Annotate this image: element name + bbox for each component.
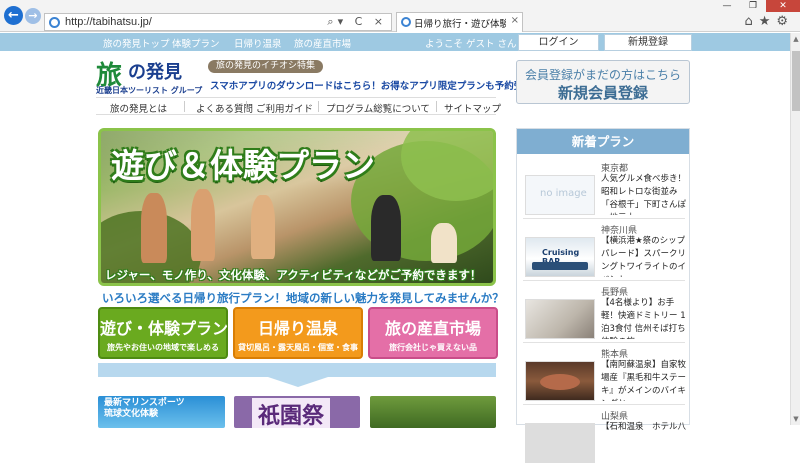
tab-favicon-icon (401, 17, 411, 27)
close-window-button[interactable]: ✕ (766, 0, 800, 12)
register-button[interactable]: 新規登録 (604, 34, 692, 51)
hero-subtitle: レジャー、モノ作り、文化体験、アクティビティなどがご予約できます！ (105, 268, 482, 282)
plan-thumbnail (525, 299, 595, 339)
plan-title[interactable]: 【石和温泉 ホテル八 (601, 421, 687, 463)
search-refresh-icons[interactable]: ⌕▾ C × (327, 15, 387, 29)
logo-subtitle: 近畿日本ツーリスト グループ (96, 86, 203, 95)
hero-person (371, 195, 401, 261)
home-favorites-settings-icons[interactable]: ⌂★⚙ (744, 14, 794, 29)
category-subtitle: 旅先やお住いの地域で楽しめる (107, 343, 219, 352)
plan-thumbnail (525, 423, 595, 463)
thumb-caption: 最新マリンスポーツ 琉球文化体験 (104, 398, 185, 419)
category-day-onsen[interactable]: 日帰り温泉 貸切風呂・露天風呂・個室・食事 (233, 307, 363, 359)
minimize-button[interactable]: — (714, 0, 740, 12)
scroll-down-icon[interactable]: ▼ (791, 415, 800, 423)
feature-thumb-nature[interactable] (370, 396, 496, 428)
login-button[interactable]: ログイン (518, 34, 599, 51)
url-text[interactable]: http://tabihatsu.jp/ (65, 16, 152, 28)
category-travel-market[interactable]: 旅の産直市場 旅行会社じゃ買えない品 (368, 307, 498, 359)
plan-item[interactable]: no image 東京都 人気グルメ食べ歩き！昭和レトロな街並み「谷根千」下町さ… (523, 157, 687, 219)
nav-faq[interactable]: よくある質問 (196, 101, 253, 115)
window-controls: — ❐ ✕ (714, 0, 800, 12)
top-link-onsen[interactable]: 日帰り温泉 (234, 36, 282, 50)
welcome-text: ようこそ ゲスト さん (425, 39, 517, 50)
plan-title[interactable]: 【南阿蘇温泉】自家牧場産『黒毛和牛ステーキ』がメインのバイキングと (601, 359, 687, 401)
plan-title[interactable]: 人気グルメ食べ歩き！昭和レトロな街並み「谷根千」下町さんぽ～地元士 (601, 173, 687, 215)
address-bar[interactable]: http://tabihatsu.jp/ ⌕▾ C × (44, 13, 392, 31)
nav-divider (184, 101, 185, 112)
hero-person (251, 195, 275, 259)
signup-label: 新規会員登録 (557, 84, 648, 102)
tab-title: 日帰り旅行・遊び体験プラン・... (414, 19, 506, 30)
browser-toolbar: ← → http://tabihatsu.jp/ ⌕▾ C × 日帰り旅行・遊び… (0, 0, 800, 32)
down-arrow-icon (268, 377, 328, 387)
nav-about[interactable]: 旅の発見とは (110, 101, 167, 115)
logo-text: の発見 (128, 62, 182, 83)
sidebar-heading: 新着プラン (517, 129, 689, 154)
nav-divider (318, 101, 319, 112)
plan-thumbnail: no image (525, 175, 595, 215)
nav-program-list[interactable]: プログラム総覧について (326, 101, 430, 115)
page-scrollbar[interactable]: ▲ ▼ (790, 33, 800, 425)
plan-thumbnail: Cruising BAR (525, 237, 595, 277)
hero-person (431, 223, 457, 263)
section-divider (98, 363, 496, 377)
plan-thumbnail (525, 361, 595, 401)
tagline: いろいろ選べる日帰り旅行プラン！地域の新しい魅力を発見してみませんか？ (102, 291, 504, 305)
hero-person (141, 193, 167, 263)
plan-item[interactable]: 山梨県 【石和温泉 ホテル八 (523, 405, 687, 467)
category-experience-plans[interactable]: 遊び・体験プラン 旅先やお住いの地域で楽しめる (98, 307, 228, 359)
plan-title[interactable]: 【横浜港★祭のシップパレード】スパークリングトワイライトのイベント (601, 235, 687, 277)
ie-page-icon (49, 17, 60, 28)
top-link-plans[interactable]: 体験プラン (172, 36, 220, 50)
scroll-thumb[interactable] (792, 51, 800, 111)
hero-banner[interactable]: 遊び＆体験プラン レジャー、モノ作り、文化体験、アクティビティなどがご予約できま… (98, 128, 496, 286)
category-title: 日帰り温泉 (257, 319, 338, 338)
nav-sitemap[interactable]: サイトマップ (444, 101, 501, 115)
nav-guide[interactable]: ご利用ガイド (256, 101, 313, 115)
app-download-link[interactable]: スマホアプリのダウンロードはこちら！お得なアプリ限定プランも予約受付中 (210, 78, 542, 92)
feature-thumb-marine[interactable]: 最新マリンスポーツ 琉球文化体験 (98, 396, 225, 428)
forward-button[interactable]: → (25, 8, 41, 24)
scroll-up-icon[interactable]: ▲ (791, 35, 800, 43)
browser-tab[interactable]: 日帰り旅行・遊び体験プラン・... × (396, 12, 523, 32)
signup-banner[interactable]: 会員登録がまだの方はこちら 新規会員登録 (516, 60, 690, 104)
site-top-bar: 旅の発見トップ 体験プラン 日帰り温泉 旅の産直市場 ようこそ ゲスト さん ロ… (0, 33, 790, 51)
thumb-caption: 祇園祭 (252, 398, 331, 428)
category-title: 旅の産直市場 (384, 319, 481, 338)
main-nav: 旅の発見とは よくある質問 ご利用ガイド プログラム総覧について サイトマップ (96, 97, 501, 115)
nav-divider (246, 101, 247, 112)
top-link-home[interactable]: 旅の発見トップ (103, 36, 170, 50)
feature-thumb-gion[interactable]: 祇園祭 (234, 396, 360, 428)
ship-shape (532, 262, 588, 270)
site-logo[interactable]: 旅 の発見 近畿日本ツーリスト グループ (96, 55, 202, 97)
hero-title: 遊び＆体験プラン (111, 146, 375, 185)
category-title: 遊び・体験プラン (100, 319, 229, 338)
new-plans-sidebar: 新着プラン no image 東京都 人気グルメ食べ歩き！昭和レトロな街並み「谷… (516, 128, 690, 463)
plan-item[interactable]: Cruising BAR 神奈川県 【横浜港★祭のシップパレード】スパークリング… (523, 219, 687, 281)
plan-item[interactable]: 熊本県 【南阿蘇温泉】自家牧場産『黒毛和牛ステーキ』がメインのバイキングと (523, 343, 687, 405)
category-subtitle: 旅行会社じゃ買えない品 (389, 343, 477, 352)
nav-divider (436, 101, 437, 112)
feature-tag: 旅の発見のイチオシ特集 (208, 60, 324, 73)
restore-button[interactable]: ❐ (740, 0, 766, 12)
category-subtitle: 貸切風呂・露天風呂・個室・食事 (238, 343, 358, 352)
back-button[interactable]: ← (4, 6, 23, 25)
plan-item[interactable]: 長野県 【4名様より】お手軽！快適ドミトリー 1泊3食付 信州そば打ち体験の旅 (523, 281, 687, 343)
tab-close-icon[interactable]: × (511, 15, 519, 26)
no-image-label: no image (540, 188, 587, 199)
steak-shape (540, 374, 580, 390)
hero-person (191, 189, 215, 261)
plan-title[interactable]: 【4名様より】お手軽！快適ドミトリー 1泊3食付 信州そば打ち体験の旅 (601, 297, 687, 339)
top-link-market[interactable]: 旅の産直市場 (294, 36, 351, 50)
signup-prompt: 会員登録がまだの方はこちら (524, 68, 681, 82)
